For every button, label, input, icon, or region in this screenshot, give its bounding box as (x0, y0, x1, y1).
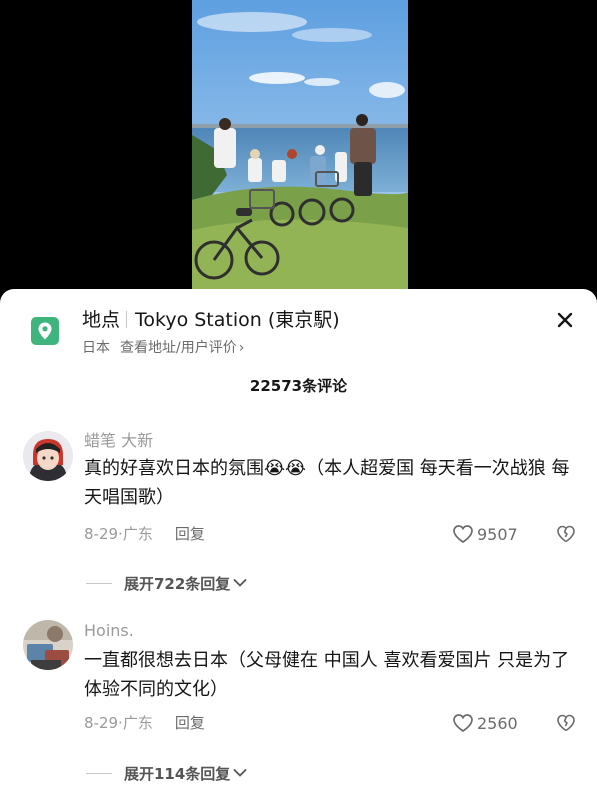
video-player[interactable] (0, 0, 597, 292)
avatar[interactable] (23, 431, 73, 481)
like-count: 9507 (477, 524, 518, 544)
expand-replies-button[interactable]: 展开114条回复 (86, 762, 247, 784)
location-subtitle[interactable]: 日本 查看地址/用户评价 › (82, 338, 244, 358)
video-frame[interactable] (192, 0, 408, 292)
expand-label: 展开722条回复 (124, 574, 231, 593)
video-thumbnail (192, 0, 408, 292)
comment-username[interactable]: Hoins. (84, 620, 134, 642)
avatar[interactable] (23, 620, 73, 670)
comment-count: 22573条评论 (249, 377, 348, 395)
comment-date: 8-29 (84, 525, 119, 543)
like-button[interactable]: 2560 (452, 712, 518, 734)
map-pin-icon[interactable] (31, 317, 59, 345)
title-divider (126, 311, 128, 328)
broken-heart-icon[interactable] (556, 524, 576, 544)
heart-outline-icon (453, 525, 473, 543)
comment-date: 8-29 (84, 714, 119, 732)
comments-sheet: 地点 Tokyo Station (東京駅) 日本 查看地址/用户评价 › 22573… (0, 289, 597, 800)
comment-text: 一直都很想去日本（父母健在 中国人 喜欢看爱国片 只是为了体验不同的文化） (84, 650, 570, 700)
expand-label: 展开114条回复 (124, 764, 231, 783)
chevron-right-icon: › (238, 340, 245, 356)
location-name: Tokyo Station (東京駅) (135, 309, 340, 331)
chevron-down-icon (233, 769, 247, 777)
like-button[interactable]: 9507 (452, 523, 518, 545)
comment-meta: 8-29·广东 回复 (84, 523, 205, 545)
location-prefix: 地点 (82, 309, 121, 331)
chevron-down-icon (233, 579, 247, 587)
comment-text: 真的好喜欢日本的氛围😭😭（本人超爱国 每天看一次战狼 每天唱国歌） (84, 458, 570, 508)
reply-button[interactable]: 回复 (175, 714, 205, 732)
comment-region: 广东 (122, 714, 153, 732)
reply-button[interactable]: 回复 (175, 525, 205, 543)
location-title[interactable]: 地点 Tokyo Station (東京駅) (82, 307, 340, 333)
expand-divider (86, 582, 112, 584)
close-icon[interactable] (552, 307, 578, 333)
comment-meta: 8-29·广东 回复 (84, 712, 205, 734)
heart-outline-icon (453, 714, 473, 732)
like-count: 2560 (477, 713, 518, 733)
location-links[interactable]: 查看地址/用户评价 (120, 340, 237, 356)
comment-region: 广东 (122, 525, 153, 543)
comment-username[interactable]: 蜡笔 大新 (84, 430, 153, 452)
broken-heart-icon[interactable] (556, 713, 576, 733)
expand-divider (86, 772, 112, 774)
location-country: 日本 (82, 340, 110, 356)
expand-replies-button[interactable]: 展开722条回复 (86, 572, 247, 594)
